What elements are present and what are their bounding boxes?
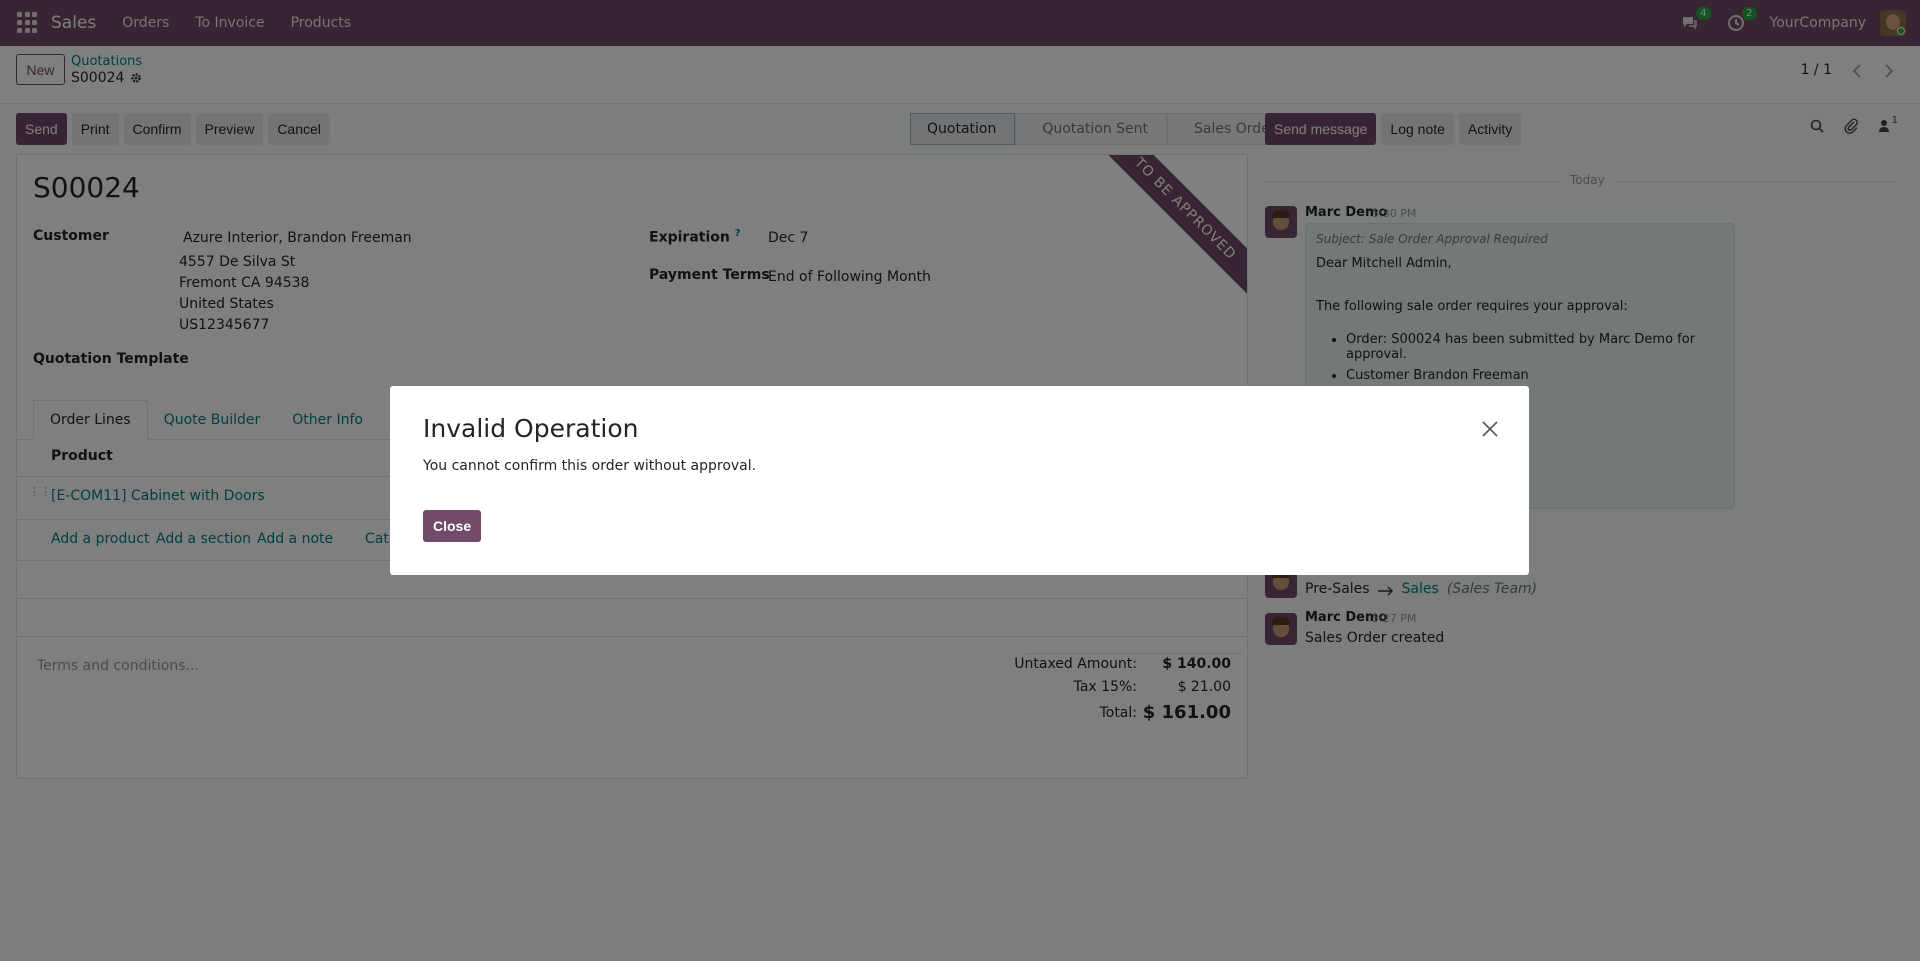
invalid-operation-dialog: Invalid Operation You cannot confirm thi… bbox=[390, 386, 1529, 575]
close-icon bbox=[1482, 421, 1498, 437]
dialog-message: You cannot confirm this order without ap… bbox=[423, 458, 757, 474]
dialog-title: Invalid Operation bbox=[423, 414, 639, 443]
close-button[interactable]: Close bbox=[423, 510, 482, 542]
dialog-close-icon[interactable] bbox=[1481, 420, 1501, 440]
